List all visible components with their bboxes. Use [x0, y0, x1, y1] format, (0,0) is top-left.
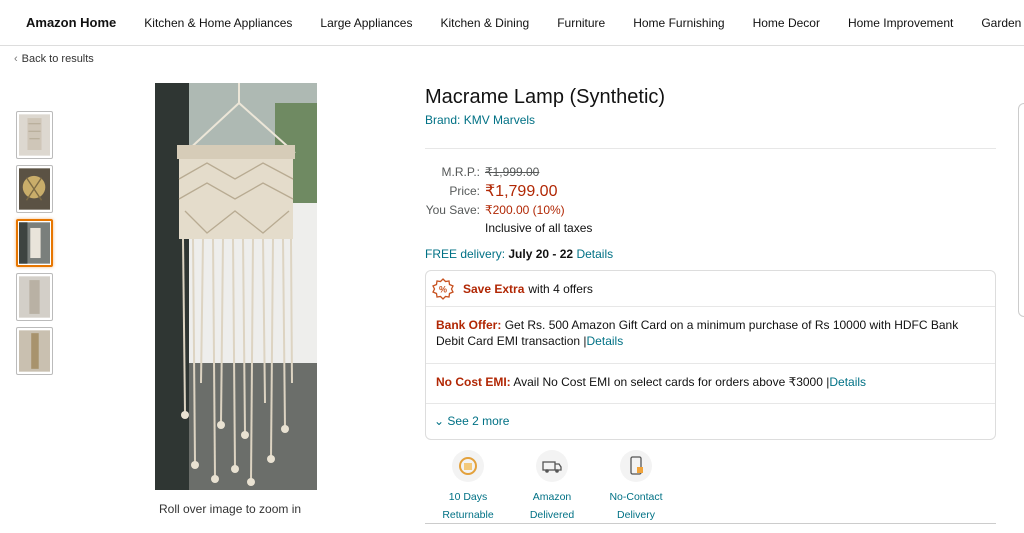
back-to-results-label: Back to results: [21, 53, 94, 65]
bank-offer-text: Get Rs. 500 Amazon Gift Card on a minimu…: [436, 318, 959, 348]
see-more-label: See 2 more: [447, 414, 510, 428]
lamp-thumbnail-image: [19, 114, 50, 156]
thumbnail-5[interactable]: [16, 327, 53, 375]
service-badges: 10 Days Returnable Amazon Delivered No-C…: [425, 450, 996, 524]
top-navigation: Amazon Home Kitchen & Home Appliances La…: [0, 0, 1024, 46]
divider: [425, 148, 996, 149]
mrp-row: M.R.P.: ₹1,999.00: [425, 162, 565, 181]
tax-note: Inclusive of all taxes: [485, 221, 593, 235]
save-extra-label: Save Extra: [463, 281, 525, 296]
nav-item-kitchen-dining[interactable]: Kitchen & Dining: [440, 16, 529, 30]
nav-item-kitchen-home-appliances[interactable]: Kitchen & Home Appliances: [144, 16, 292, 30]
badge-returnable[interactable]: 10 Days Returnable: [423, 450, 513, 524]
badge-no-contact-line2: Delivery: [617, 509, 655, 521]
price-value: ₹1,799.00: [485, 182, 558, 200]
delivery-details-link[interactable]: Details: [576, 247, 613, 261]
emi-offer: No Cost EMI: Avail No Cost EMI on select…: [426, 364, 995, 404]
offers-header: % Save Extra with 4 offers: [426, 271, 995, 307]
thumbnail-list: [16, 111, 53, 381]
brand-link[interactable]: Brand: KMV Marvels: [425, 113, 535, 127]
lamp-lit-thumbnail-image: [19, 168, 50, 210]
thumbnail-1[interactable]: [16, 111, 53, 159]
offer-count: with 4 offers: [528, 281, 593, 296]
nav-item-home-furnishing[interactable]: Home Furnishing: [633, 16, 724, 30]
svg-text:%: %: [439, 284, 447, 294]
lamp-detail-thumbnail-image: [19, 276, 50, 318]
badge-amazon-delivered-line2: Delivered: [529, 509, 575, 521]
back-to-results-link[interactable]: ‹ Back to results: [14, 53, 94, 65]
delivery-dates: July 20 - 22: [508, 247, 574, 261]
nav-item-home-decor[interactable]: Home Decor: [753, 16, 820, 30]
bank-offer-details-link[interactable]: Details: [587, 334, 624, 348]
delivery-label: FREE delivery:: [425, 247, 506, 261]
thumbnail-3-selected[interactable]: [16, 219, 53, 267]
delivery-truck-icon: [536, 450, 568, 482]
badge-returnable-line1: 10 Days: [448, 491, 488, 503]
savings-value: ₹200.00 (10%): [485, 202, 565, 217]
mrp-value: ₹1,999.00: [485, 164, 540, 179]
discount-badge-icon: %: [432, 277, 454, 300]
main-product-image[interactable]: [155, 83, 317, 490]
nav-item-large-appliances[interactable]: Large Appliances: [320, 16, 412, 30]
store-brand-link[interactable]: Amazon Home: [26, 15, 116, 30]
emi-offer-details-link[interactable]: Details: [829, 375, 866, 389]
savings-row: You Save: ₹200.00 (10%): [425, 200, 565, 219]
badge-amazon-delivered-line1: Amazon: [532, 491, 572, 503]
lamp-hanging-thumbnail-image: [19, 222, 50, 264]
price-table: M.R.P.: ₹1,999.00 Price: ₹1,799.00 You S…: [425, 162, 565, 219]
nav-item-garden-outdoor[interactable]: Garden & Outdoor: [981, 16, 1024, 30]
badge-no-contact-line1: No-Contact: [609, 491, 663, 503]
savings-label: You Save:: [425, 202, 480, 217]
thumbnail-2[interactable]: [16, 165, 53, 213]
emi-offer-text: Avail No Cost EMI on select cards for or…: [513, 375, 830, 389]
zoom-hint: Roll over image to zoom in: [159, 502, 302, 516]
offers-box: % Save Extra with 4 offers Bank Offer: G…: [425, 270, 996, 440]
badge-amazon-delivered[interactable]: Amazon Delivered: [507, 450, 597, 524]
see-more-offers-link[interactable]: ⌄ See 2 more: [426, 404, 995, 428]
product-title: Macrame Lamp (Synthetic): [425, 86, 666, 108]
bank-offer: Bank Offer: Get Rs. 500 Amazon Gift Card…: [426, 307, 995, 364]
buy-box-edge: [1018, 103, 1024, 317]
delivery-info: FREE delivery: July 20 - 22 Details: [425, 247, 613, 261]
mrp-label: M.R.P.:: [441, 164, 480, 179]
nav-item-furniture[interactable]: Furniture: [557, 16, 605, 30]
no-contact-icon: [620, 450, 652, 482]
badge-returnable-line2: Returnable: [442, 509, 494, 521]
thumbnail-4[interactable]: [16, 273, 53, 321]
bank-offer-label: Bank Offer:: [436, 318, 502, 332]
macrame-lamp-photo: [155, 83, 317, 490]
returnable-icon: [452, 450, 484, 482]
price-label: Price:: [449, 183, 480, 198]
price-row: Price: ₹1,799.00: [425, 181, 565, 200]
chevron-down-icon: ⌄: [434, 414, 448, 428]
nav-item-home-improvement[interactable]: Home Improvement: [848, 16, 953, 30]
lamp-wall-thumbnail-image: [19, 330, 50, 372]
chevron-left-icon: ‹: [14, 53, 18, 65]
emi-offer-label: No Cost EMI:: [436, 375, 511, 389]
badge-no-contact[interactable]: No-Contact Delivery: [591, 450, 681, 524]
